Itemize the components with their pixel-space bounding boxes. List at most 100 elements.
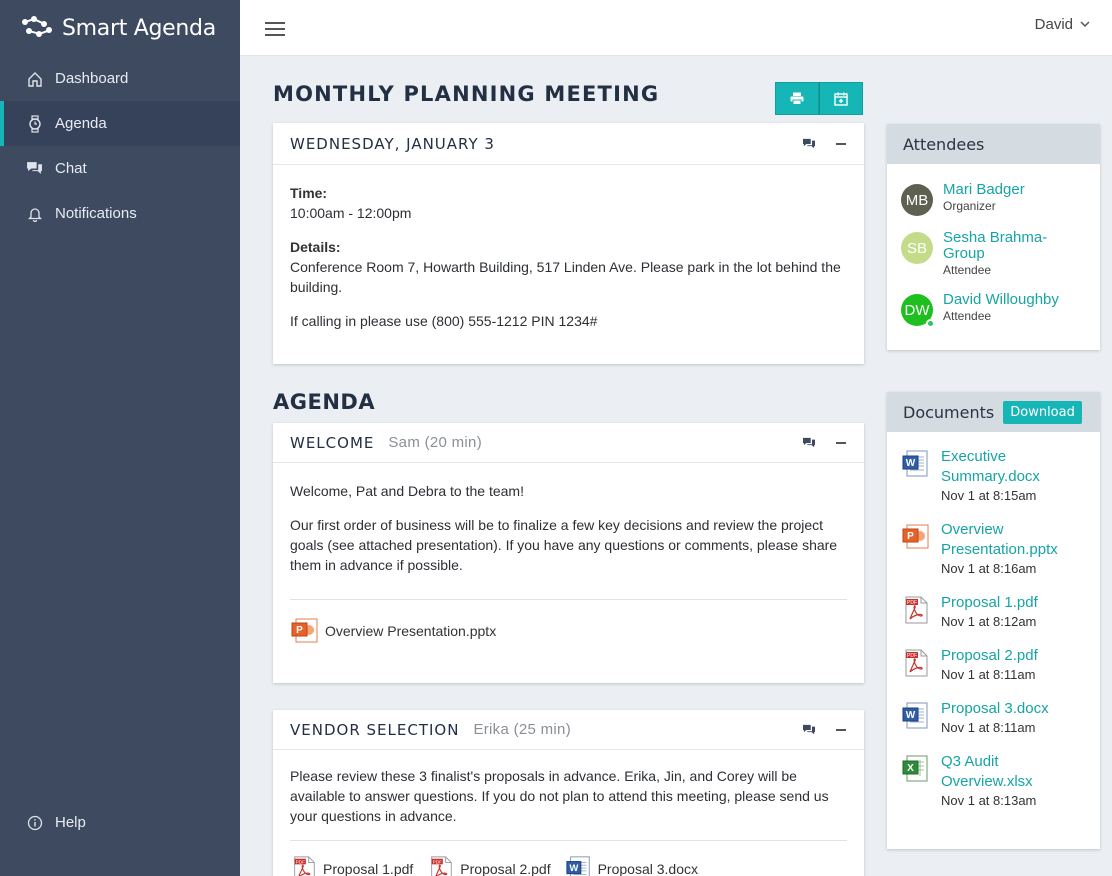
chevron-down-icon: [1080, 21, 1090, 28]
attachment-item[interactable]: Proposal 1.pdf: [290, 855, 413, 876]
pptx-file-icon: [290, 616, 320, 646]
avatar: MB: [901, 184, 933, 216]
attendee-name[interactable]: David Willoughby: [943, 292, 1059, 308]
agenda-item-presenter: Sam (20 min): [388, 434, 482, 451]
agenda-item-title: VENDOR SELECTION: [290, 720, 460, 739]
main-content: MONTHLY PLANNING MEETING WEDNESDAY, JANU…: [240, 56, 1112, 876]
avatar: DW: [901, 294, 935, 328]
panel-header: Attendees: [887, 124, 1100, 164]
sidebar-item-dashboard[interactable]: Dashboard: [0, 56, 240, 101]
sidebar: Smart Agenda Dashboard Agenda Chat Notif…: [0, 0, 240, 876]
add-to-calendar-button[interactable]: [819, 82, 863, 115]
document-name[interactable]: Proposal 3.docx: [941, 699, 1049, 719]
time-label: Time:: [290, 185, 328, 201]
attachments: Proposal 1.pdf Proposal 2.pdf Proposal 3…: [290, 840, 847, 876]
attachment-name: Proposal 1.pdf: [323, 861, 414, 876]
document-date: Nov 1 at 8:15am: [941, 488, 1037, 503]
document-name[interactable]: Proposal 1.pdf: [941, 593, 1038, 613]
avatar: SB: [901, 232, 933, 264]
sidebar-item-chat[interactable]: Chat: [0, 146, 240, 191]
documents-title: Documents: [903, 402, 995, 422]
attendee-role: Organizer: [943, 199, 996, 213]
attachment-item[interactable]: Overview Presentation.pptx: [290, 616, 496, 646]
card-header: WEDNESDAY, JANUARY 3: [273, 123, 864, 165]
print-icon: [790, 92, 804, 105]
info-icon: [26, 814, 43, 831]
xlsx-file-icon: [901, 754, 931, 784]
agenda-title: AGENDA: [273, 390, 376, 414]
watch-icon: [26, 114, 43, 133]
download-button[interactable]: Download: [1003, 400, 1082, 424]
attendees-panel: Attendees MB Mari Badger Organizer SB Se…: [887, 124, 1100, 350]
document-item[interactable]: Proposal 1.pdf Nov 1 at 8:12am: [887, 593, 1100, 631]
attachment-item[interactable]: Proposal 2.pdf: [427, 855, 551, 876]
user-menu[interactable]: David: [1035, 16, 1090, 33]
attachments: Overview Presentation.pptx: [290, 599, 847, 646]
print-button[interactable]: [775, 82, 819, 115]
collapse-icon[interactable]: [836, 441, 846, 444]
agenda-item-text: Our first order of business will be to f…: [290, 517, 838, 573]
pptx-file-icon: [901, 522, 931, 552]
document-item[interactable]: Overview Presentation.pptx Nov 1 at 8:16a…: [887, 520, 1100, 578]
document-item[interactable]: Proposal 2.pdf Nov 1 at 8:11am: [887, 646, 1100, 684]
attendee[interactable]: DW David Willoughby Attendee: [887, 292, 1100, 328]
agenda-item-vendor-selection: VENDOR SELECTION Erika (25 min) Please r…: [273, 710, 864, 876]
online-status-icon: [926, 319, 935, 328]
sidebar-item-label: Notifications: [55, 205, 137, 222]
attendee-name[interactable]: Mari Badger: [943, 182, 1025, 198]
sidebar-item-label: Agenda: [55, 115, 107, 132]
agenda-item-presenter: Erika (25 min): [473, 721, 571, 738]
docx-file-icon: [901, 449, 931, 479]
collapse-icon[interactable]: [836, 142, 846, 145]
attachment-name: Overview Presentation.pptx: [325, 623, 497, 639]
topbar: David: [240, 0, 1112, 56]
chat-icon[interactable]: [802, 138, 816, 150]
document-name[interactable]: Overview Presentation.pptx: [941, 520, 1086, 560]
user-name: David: [1034, 16, 1073, 33]
attachment-item[interactable]: Proposal 3.docx: [565, 855, 698, 876]
card-header: VENDOR SELECTION Erika (25 min): [273, 710, 864, 750]
document-date: Nov 1 at 8:16am: [941, 561, 1037, 576]
docx-file-icon: [901, 701, 931, 731]
bell-icon: [26, 205, 43, 222]
document-item[interactable]: Proposal 3.docx Nov 1 at 8:11am: [887, 699, 1100, 737]
attendees-title: Attendees: [903, 134, 985, 154]
document-item[interactable]: Executive Summary.docx Nov 1 at 8:15am: [887, 447, 1100, 505]
attendee-name[interactable]: Sesha Brahma-Group: [943, 230, 1086, 262]
collapse-icon[interactable]: [836, 728, 846, 731]
attachment-name: Proposal 3.docx: [597, 861, 698, 876]
sidebar-item-notifications[interactable]: Notifications: [0, 191, 240, 236]
documents-panel: Documents Download Executive Summary.doc…: [887, 392, 1100, 849]
meeting-details-card: WEDNESDAY, JANUARY 3 Time: 10:00am - 12:…: [273, 123, 864, 364]
document-name[interactable]: Proposal 2.pdf: [941, 646, 1038, 666]
agenda-item-welcome: WELCOME Sam (20 min) Welcome, Pat and De…: [273, 423, 864, 683]
title-actions: [775, 82, 863, 115]
pdf-file-icon: [901, 595, 931, 625]
docx-file-icon: [565, 855, 593, 876]
panel-header: Documents Download: [887, 392, 1100, 432]
agenda-item-text: Welcome, Pat and Debra to the team!: [290, 483, 524, 499]
agenda-item-title: WELCOME: [290, 433, 375, 452]
document-date: Nov 1 at 8:12am: [941, 614, 1037, 629]
chat-icon[interactable]: [802, 437, 816, 449]
logo-icon: [22, 16, 52, 37]
details-label: Details:: [290, 239, 341, 255]
attendee-role: Attendee: [943, 263, 992, 277]
sidebar-item-help[interactable]: Help: [0, 800, 240, 845]
meeting-date: WEDNESDAY, JANUARY 3: [290, 134, 495, 153]
attendee[interactable]: SB Sesha Brahma-Group Attendee: [887, 230, 1100, 278]
document-date: Nov 1 at 8:13am: [941, 793, 1037, 808]
chat-icon[interactable]: [802, 724, 816, 736]
document-item[interactable]: Q3 Audit Overview.xlsx Nov 1 at 8:13am: [887, 752, 1100, 810]
meeting-time: 10:00am - 12:00pm: [290, 205, 412, 221]
home-icon: [26, 70, 43, 87]
sidebar-item-agenda[interactable]: Agenda: [0, 101, 240, 146]
attendee[interactable]: MB Mari Badger Organizer: [887, 182, 1100, 216]
document-name[interactable]: Executive Summary.docx: [941, 447, 1086, 487]
brand-logo[interactable]: Smart Agenda: [0, 0, 240, 56]
sidebar-item-label: Help: [55, 814, 86, 831]
pdf-file-icon: [427, 855, 455, 876]
document-name[interactable]: Q3 Audit Overview.xlsx: [941, 752, 1086, 792]
meeting-details: Conference Room 7, Howarth Building, 517…: [290, 259, 841, 295]
menu-icon[interactable]: [265, 22, 285, 38]
